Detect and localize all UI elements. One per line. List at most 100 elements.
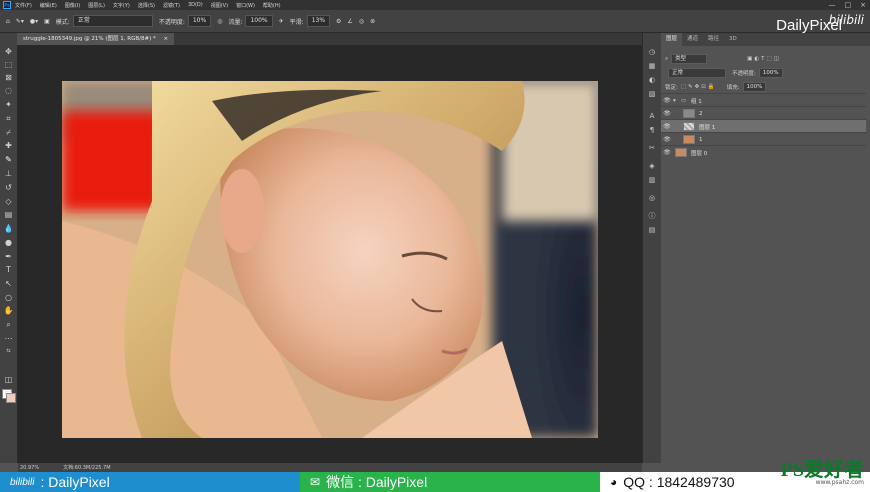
- history-panel-icon[interactable]: ◷: [647, 47, 657, 57]
- tab-paths[interactable]: 路径: [703, 33, 724, 46]
- artboard-tool-icon[interactable]: ⊠: [3, 73, 14, 83]
- paths-panel-icon[interactable]: ◎: [647, 193, 657, 203]
- flow-field[interactable]: 100%: [245, 15, 273, 27]
- character-panel-icon[interactable]: A: [647, 111, 657, 121]
- pressure-opacity-icon[interactable]: ◎: [217, 18, 222, 25]
- menu-image[interactable]: 图像(I): [65, 2, 80, 9]
- menu-file[interactable]: 文件(F): [15, 2, 32, 9]
- quick-mask-icon[interactable]: ◫: [3, 375, 14, 385]
- document-tab-close-icon[interactable]: ×: [163, 36, 168, 42]
- lasso-tool-icon[interactable]: ◌: [3, 86, 14, 96]
- bilibili-logo-icon: bilibili: [10, 476, 35, 488]
- tab-3d[interactable]: 3D: [724, 33, 742, 46]
- channels-panel-icon[interactable]: ▥: [647, 175, 657, 185]
- clone-stamp-tool-icon[interactable]: ⊥: [3, 169, 14, 179]
- eye-icon[interactable]: 👁: [661, 97, 673, 104]
- layer-opacity-label: 不透明度:: [732, 71, 756, 77]
- mode-dropdown[interactable]: 正常: [72, 15, 153, 27]
- tools-scissors-icon[interactable]: ✂: [647, 143, 657, 153]
- adjustments-panel-icon[interactable]: ◐: [647, 75, 657, 85]
- layer-name: 2: [699, 110, 703, 117]
- layer-row-group-1[interactable]: 👁 ▾ ▭ 组 1: [661, 93, 866, 107]
- type-tool-icon[interactable]: T: [3, 265, 14, 275]
- layer-opacity-field[interactable]: 100%: [758, 68, 783, 78]
- fill-field[interactable]: 100%: [742, 82, 767, 92]
- quick-selection-tool-icon[interactable]: ✦: [3, 100, 14, 110]
- airbrush-icon[interactable]: ✈: [279, 18, 284, 25]
- ellipse-tool-icon[interactable]: ○: [3, 293, 14, 303]
- document-size-info[interactable]: 文档:60.3M/225.7M: [63, 464, 110, 471]
- menu-type[interactable]: 文字(Y): [113, 2, 130, 9]
- dodge-tool-icon[interactable]: ●: [3, 238, 14, 248]
- eye-icon[interactable]: 👁: [661, 136, 673, 143]
- swap-colors-icon[interactable]: ⇆: [3, 346, 14, 356]
- navigator-panel-icon[interactable]: ▤: [647, 225, 657, 235]
- tab-layers[interactable]: 图层: [661, 33, 683, 46]
- menu-view[interactable]: 视图(V): [211, 2, 228, 9]
- brush-size-icon[interactable]: ●▾: [30, 18, 38, 25]
- document-canvas-photo[interactable]: [62, 81, 598, 438]
- psahz-watermark: PS爱好者 www.psahz.com: [781, 453, 864, 486]
- brush-settings-icon[interactable]: ▣: [44, 18, 50, 25]
- lock-label: 锁定:: [665, 85, 678, 91]
- smoothing-field[interactable]: 13%: [306, 15, 331, 27]
- crop-tool-icon[interactable]: ⌗: [3, 114, 14, 124]
- minimize-button[interactable]: —: [829, 1, 836, 9]
- blend-mode-dropdown[interactable]: 正常: [668, 68, 726, 78]
- eyedropper-tool-icon[interactable]: ⌿: [3, 128, 14, 138]
- eye-icon[interactable]: 👁: [661, 123, 673, 130]
- opacity-field[interactable]: 10%: [187, 15, 212, 27]
- mode-label: 模式:: [55, 18, 70, 26]
- close-button[interactable]: ×: [860, 1, 866, 9]
- brush-tool-icon[interactable]: ✎: [3, 155, 14, 165]
- properties-panel-icon[interactable]: ▦: [647, 61, 657, 71]
- layer-name: 组 1: [691, 98, 702, 105]
- menu-filter[interactable]: 滤镜(T): [163, 2, 180, 9]
- layer-row-layer-1[interactable]: 👁 图层 1: [661, 119, 866, 133]
- smoothing-options-gear-icon[interactable]: ⚙: [336, 18, 341, 25]
- menu-layer[interactable]: 图层(L): [88, 2, 105, 9]
- menu-select[interactable]: 选择(S): [138, 2, 155, 9]
- marquee-tool-icon[interactable]: ⬚: [3, 60, 14, 70]
- photoshop-app-icon[interactable]: Ps: [3, 1, 11, 9]
- layer-row-layer-0[interactable]: 👁 图层 0: [661, 145, 866, 159]
- layers-panel-icon[interactable]: ◈: [647, 161, 657, 171]
- paragraph-panel-icon[interactable]: ¶: [647, 125, 657, 135]
- tab-channels[interactable]: 通道: [682, 33, 703, 46]
- layer-row-2[interactable]: 👁 2: [661, 106, 866, 120]
- home-icon[interactable]: ⌂: [6, 18, 10, 25]
- eye-icon[interactable]: 👁: [661, 110, 673, 117]
- eye-icon[interactable]: 👁: [661, 149, 673, 156]
- swatches-panel-icon[interactable]: ▧: [647, 89, 657, 99]
- screen-mode-icon[interactable]: ▭: [3, 388, 14, 398]
- path-selection-tool-icon[interactable]: ↖: [3, 279, 14, 289]
- layer-kind-filter-dropdown[interactable]: 类型: [671, 54, 708, 64]
- symmetry-butterfly-icon[interactable]: ⊛: [370, 18, 375, 25]
- blur-tool-icon[interactable]: 💧: [3, 224, 14, 234]
- healing-brush-tool-icon[interactable]: ✚: [3, 141, 14, 151]
- zoom-level-field[interactable]: 20.97%: [20, 465, 39, 471]
- chevron-down-icon[interactable]: ▾: [673, 98, 681, 104]
- document-tab[interactable]: struggle-1805349.jpg @ 21% (图层 1, RGB/8#…: [17, 33, 175, 45]
- brush-angle-icon[interactable]: ∠: [347, 18, 352, 25]
- menu-3d[interactable]: 3D(D): [188, 2, 203, 8]
- history-brush-tool-icon[interactable]: ↺: [3, 183, 14, 193]
- menu-edit[interactable]: 编辑(E): [40, 2, 57, 9]
- hand-tool-icon[interactable]: ✋: [3, 306, 14, 316]
- layer-row-1[interactable]: 👁 1: [661, 132, 866, 146]
- more-tools-icon[interactable]: ⋯: [3, 334, 14, 344]
- window-controls: — □ ×: [820, 0, 867, 10]
- brush-tool-preset-icon[interactable]: ✎▾: [16, 18, 24, 25]
- gradient-tool-icon[interactable]: ▤: [3, 210, 14, 220]
- maximize-button[interactable]: □: [845, 1, 852, 9]
- move-tool-icon[interactable]: ✥: [3, 47, 14, 57]
- menu-help[interactable]: 帮助(H): [263, 2, 281, 9]
- pressure-size-icon[interactable]: ◎: [359, 18, 364, 25]
- menu-window[interactable]: 窗口(W): [236, 2, 255, 9]
- info-panel-icon[interactable]: ⓘ: [647, 211, 657, 221]
- pen-tool-icon[interactable]: ✒: [3, 252, 14, 262]
- eraser-tool-icon[interactable]: ◇: [3, 197, 14, 207]
- lock-icons-row[interactable]: ⬚✎✥⊡🔒: [681, 84, 717, 90]
- filter-icons-row[interactable]: ▣◐T⬚◫: [747, 56, 781, 62]
- zoom-tool-icon[interactable]: ⌕: [3, 320, 14, 330]
